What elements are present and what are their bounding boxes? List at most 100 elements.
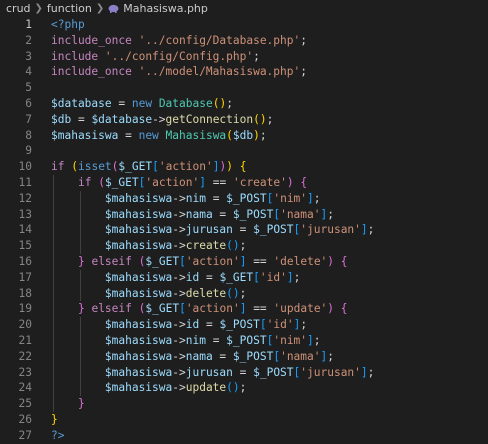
- code-token: (: [98, 175, 105, 189]
- code-token: $_POST: [226, 333, 267, 347]
- code-line[interactable]: 17 $mahasiswa->id = $_GET['id'];: [0, 269, 488, 286]
- code-line[interactable]: 18 $mahasiswa->delete();: [0, 285, 488, 302]
- line-number: 3: [25, 49, 32, 63]
- code-line[interactable]: 22 $mahasiswa->nama = $_POST['nama'];: [0, 348, 488, 365]
- code-token: 'id': [266, 318, 294, 332]
- code-token: =: [212, 207, 233, 221]
- line-number: 9: [25, 144, 32, 158]
- code-line[interactable]: 13 $mahasiswa->nama = $_POST['nama'];: [0, 206, 488, 223]
- code-token: (): [253, 112, 267, 126]
- code-text: include '../config/Config.php';: [32, 49, 488, 65]
- code-token: elseif: [91, 302, 132, 316]
- code-token: ?>: [51, 428, 65, 442]
- code-text: if (isset($_GET['action'])) {: [32, 159, 488, 175]
- code-token: 'nim': [273, 333, 308, 347]
- code-token: create: [185, 239, 227, 253]
- code-token: ]: [360, 365, 368, 379]
- code-line[interactable]: 26}: [0, 412, 488, 428]
- code-line[interactable]: 4 include_once '../model/Mahasiswa.php';: [0, 64, 488, 80]
- code-line[interactable]: 21 $mahasiswa->nim = $_POST['nim'];: [0, 332, 488, 349]
- code-token: include: [51, 49, 99, 63]
- code-token: ;: [313, 333, 321, 347]
- code-token: $_POST: [219, 318, 260, 332]
- code-line[interactable]: 15 $mahasiswa->create();: [0, 238, 488, 254]
- code-line[interactable]: 6 $database = new Database();: [0, 96, 488, 112]
- code-token: ->: [152, 112, 166, 126]
- code-token: =: [111, 96, 132, 110]
- code-token: Database: [158, 96, 213, 110]
- line-number: 4: [25, 65, 32, 79]
- code-token: $mahasiswa: [51, 128, 119, 142]
- code-token: ==: [206, 175, 233, 189]
- breadcrumb-item-folder-function[interactable]: function: [47, 2, 92, 15]
- code-line[interactable]: 27 ?>: [0, 428, 488, 444]
- code-line[interactable]: 19 } elseif ($_GET['action'] == 'update'…: [0, 301, 488, 318]
- code-line[interactable]: 14 $mahasiswa->jurusan = $_POST['jurusan…: [0, 222, 488, 239]
- code-token: ->: [172, 191, 186, 205]
- code-line[interactable]: 20 $mahasiswa->id = $_POST['id'];: [0, 317, 488, 333]
- code-token: $mahasiswa: [104, 207, 173, 221]
- code-token: $mahasiswa: [104, 381, 173, 395]
- line-number: 19: [18, 302, 32, 316]
- code-text: $mahasiswa->delete();: [32, 285, 488, 302]
- code-token: (): [226, 286, 240, 300]
- breadcrumb-item-file[interactable]: Mahasiswa.php: [123, 2, 208, 15]
- line-number: 25: [18, 397, 32, 411]
- code-line[interactable]: 12 $mahasiswa->nim = $_POST['nim'];: [0, 190, 488, 207]
- code-text: $mahasiswa->create();: [32, 238, 488, 254]
- code-token: elseif: [91, 254, 132, 268]
- code-line[interactable]: 3 include '../config/Config.php';: [0, 49, 488, 65]
- code-token: $_GET: [104, 175, 139, 189]
- code-text: $mahasiswa->nama = $_POST['nama'];: [32, 348, 488, 365]
- code-line[interactable]: 16 } elseif ($_GET['action'] == 'delete'…: [0, 253, 488, 270]
- code-token: $_POST: [232, 349, 274, 363]
- code-token: $mahasiswa: [104, 191, 173, 205]
- code-token: [: [179, 302, 186, 316]
- code-line[interactable]: 1 <?php: [0, 17, 488, 33]
- code-token: id: [185, 270, 200, 284]
- code-token: ]: [212, 160, 220, 174]
- code-token: ;: [266, 112, 274, 126]
- code-line[interactable]: 23 $mahasiswa->jurusan = $_POST['jurusan…: [0, 364, 488, 381]
- indent-guide: [53, 364, 54, 381]
- code-line[interactable]: 9: [0, 143, 488, 159]
- code-token: ;: [327, 207, 334, 221]
- indent-guide: [79, 222, 81, 239]
- code-token: $_GET: [145, 302, 180, 316]
- code-line[interactable]: 8 $mahasiswa = new Mahasiswa($db);: [0, 128, 488, 144]
- breadcrumb-item-folder-crud[interactable]: crud: [6, 2, 31, 15]
- code-token: [: [179, 254, 186, 268]
- code-text: ?>: [32, 428, 488, 444]
- code-line[interactable]: 11 if ($_GET['action'] == 'create') {: [0, 174, 488, 191]
- code-line[interactable]: 24 $mahasiswa->update();: [0, 380, 488, 397]
- code-line[interactable]: 5: [0, 80, 488, 96]
- code-token: $_GET: [145, 254, 180, 268]
- chevron-right-icon: ❯: [34, 3, 43, 14]
- code-line[interactable]: 10 if (isset($_GET['action'])) {: [0, 159, 488, 175]
- code-text: } elseif ($_GET['action'] == 'delete') {: [32, 253, 488, 270]
- line-number: 6: [25, 96, 32, 110]
- code-line[interactable]: 25 }: [0, 396, 488, 412]
- code-token: ->: [172, 333, 186, 347]
- code-line[interactable]: 7 $db = $database->getConnection();: [0, 112, 488, 128]
- code-token: ;: [367, 223, 375, 237]
- code-line[interactable]: 2 include_once '../config/Database.php';: [0, 33, 488, 49]
- code-token: 'delete': [273, 254, 328, 268]
- code-token: 'jurusan': [300, 365, 361, 379]
- code-token: ;: [259, 128, 267, 142]
- code-editor[interactable]: 1 <?php 2 include_once '../config/Database.…: [0, 17, 488, 444]
- code-token: ;: [367, 365, 375, 379]
- code-token: }: [77, 302, 85, 316]
- code-token: =: [205, 191, 227, 205]
- code-text: $mahasiswa->jurusan = $_POST['jurusan'];: [32, 364, 488, 381]
- code-text: $mahasiswa->update();: [32, 380, 488, 397]
